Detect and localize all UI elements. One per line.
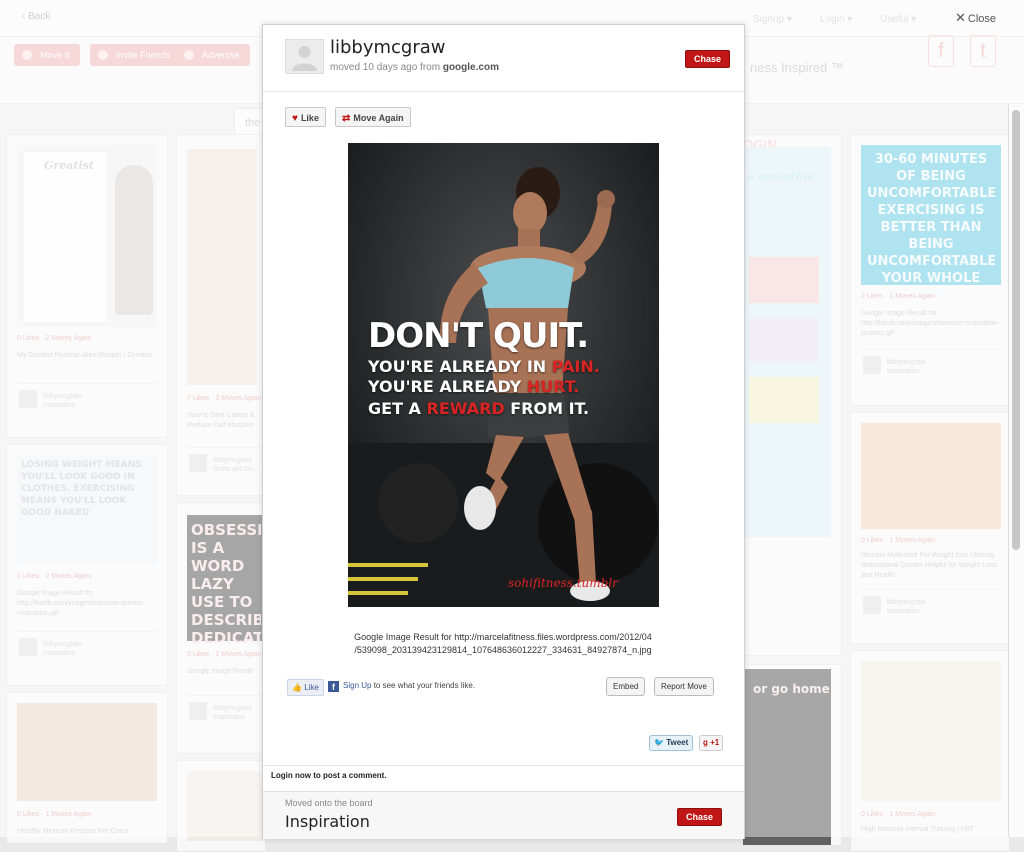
board-chase-button[interactable]: Chase — [677, 808, 723, 826]
pin-detail-modal: libbymcgraw moved 10 days ago from googl… — [262, 24, 745, 839]
move-icon: ⇄ — [342, 113, 351, 124]
divider — [263, 765, 744, 766]
like-label: Like — [300, 113, 319, 123]
facebook-icon: f — [328, 681, 339, 692]
board-label: Moved onto the board — [285, 798, 373, 808]
google-plus-button[interactable]: g +1 — [699, 735, 724, 751]
tweet-button[interactable]: 🐦 Tweet — [649, 735, 694, 751]
signup-text: to see what your friends like. — [371, 681, 476, 690]
avatar[interactable] — [285, 39, 324, 74]
gplus-label: +1 — [710, 738, 720, 747]
twitter-bird-icon: 🐦 — [654, 738, 664, 747]
board-section: Moved onto the board Inspiration Chase — [263, 791, 744, 839]
close-label: Close — [967, 13, 997, 25]
like-button[interactable]: ♥ Like — [285, 107, 326, 127]
caption-line: Google Image Result for http://marcelafi… — [354, 632, 652, 642]
pin-caption: Google Image Result for http://marcelafi… — [303, 631, 703, 657]
moved-info: moved 10 days ago from google.com — [330, 62, 499, 73]
quote-text: YOU'RE ALREADY IN — [368, 357, 552, 376]
user-silhouette-icon — [292, 46, 317, 71]
quote-highlight: HURT. — [526, 377, 580, 396]
close-button[interactable]: ✕ Close — [955, 10, 996, 26]
moved-text: moved 10 days ago from — [330, 62, 441, 73]
facebook-like-button[interactable]: 👍 Like — [287, 679, 324, 696]
fb-like-label: Like — [304, 683, 319, 692]
close-icon: ✕ — [955, 10, 966, 25]
divider — [263, 91, 744, 92]
report-move-button[interactable]: Report Move — [654, 677, 714, 696]
pin-photo[interactable]: DON'T QUIT. YOU'RE ALREADY IN PAIN. YOU'… — [348, 143, 659, 607]
move-again-label: Move Again — [353, 113, 404, 123]
quote-text: YOU'RE ALREADY — [368, 377, 527, 396]
google-plus-icon: g — [703, 738, 708, 747]
quote-text: FROM IT. — [504, 399, 590, 418]
quote-line: GET A REWARD FROM IT. — [368, 399, 658, 418]
image-watermark: sohifitness.tumblr — [508, 576, 618, 590]
quote-line: YOU'RE ALREADY HURT. — [368, 377, 658, 396]
quote-headline: DON'T QUIT. — [368, 316, 589, 356]
embed-button[interactable]: Embed — [606, 677, 646, 696]
caption-line: /539098_203139423129814_107648636012227_… — [354, 645, 652, 655]
quote-highlight: PAIN. — [551, 357, 600, 376]
move-again-button[interactable]: ⇄ Move Again — [335, 107, 411, 127]
board-name[interactable]: Inspiration — [285, 812, 370, 831]
login-comment-link[interactable]: Login now to post a comment. — [271, 771, 387, 780]
source-link[interactable]: google.com — [443, 62, 499, 73]
username[interactable]: libbymcgraw — [330, 37, 446, 58]
quote-highlight: REWARD — [426, 399, 505, 418]
tweet-label: Tweet — [666, 738, 689, 747]
quote-text: GET A — [368, 399, 427, 418]
chase-button[interactable]: Chase — [685, 50, 731, 68]
signup-link[interactable]: Sign Up — [343, 681, 371, 690]
thumbs-up-icon: 👍 — [292, 683, 302, 692]
signup-prompt: Sign Up to see what your friends like. — [343, 681, 475, 690]
scrollbar-thumb[interactable] — [1012, 110, 1020, 550]
quote-line: YOU'RE ALREADY IN PAIN. — [368, 357, 658, 376]
heart-icon: ♥ — [292, 113, 298, 124]
